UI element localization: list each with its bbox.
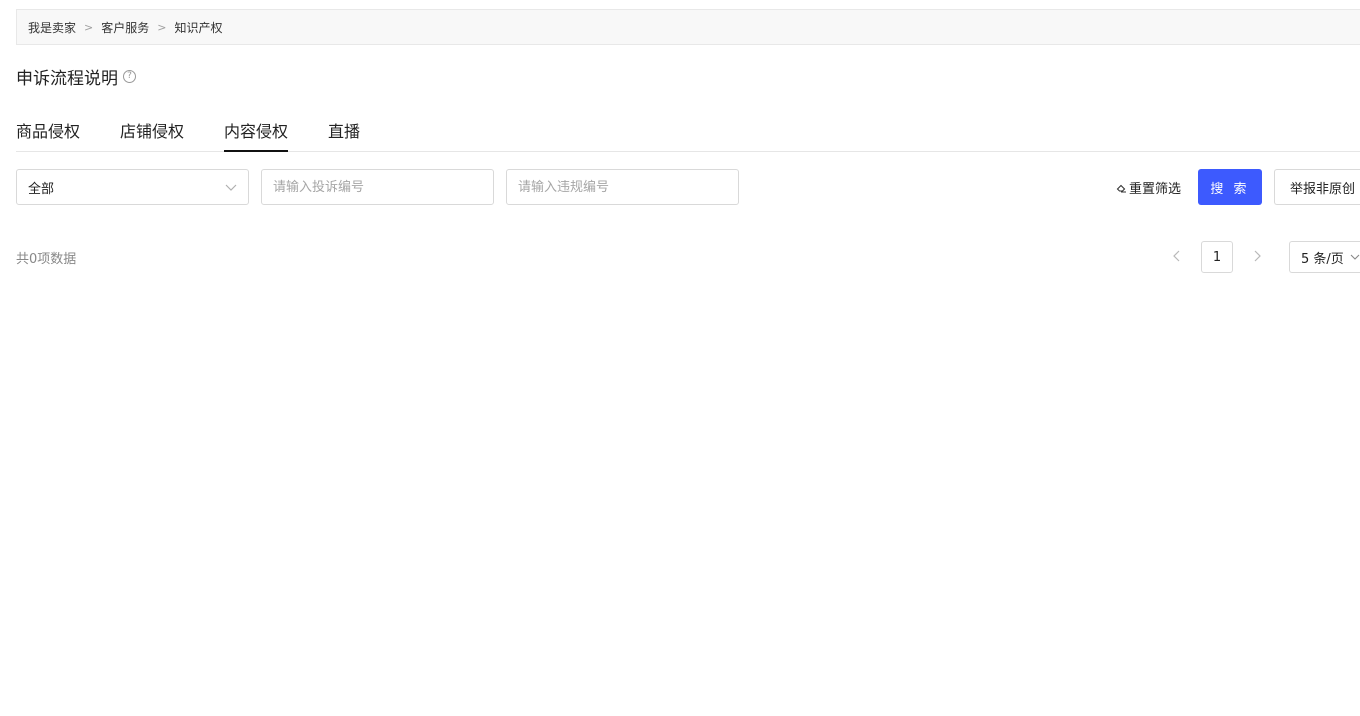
breadcrumb-item-seller[interactable]: 我是卖家 [28,19,76,36]
page-title-text: 申诉流程说明 [16,69,118,89]
pagination-page-1[interactable]: 1 [1201,241,1233,273]
chevron-down-icon [225,184,237,191]
status-select-value: 全部 [28,181,55,197]
search-button[interactable]: 搜 索 [1198,169,1262,205]
tab-content-infringement[interactable]: 内容侵权 [224,118,289,152]
breadcrumb-separator: > [157,20,167,34]
tab-store-infringement[interactable]: 店铺侵权 [120,118,184,152]
status-select[interactable]: 全部 [16,169,249,205]
tab-product-infringement[interactable]: 商品侵权 [16,118,80,152]
chevron-right-icon[interactable] [1250,249,1264,263]
total-count: 共0项数据 [16,252,77,267]
tab-live-stream[interactable]: 直播 [328,118,360,152]
breadcrumb: 我是卖家 > 客户服务 > 知识产权 [16,9,1360,45]
page-title: 申诉流程说明 ? [16,64,136,89]
chevron-left-icon[interactable] [1170,249,1184,263]
eraser-icon [1116,184,1126,193]
complaint-number-input[interactable] [261,169,494,205]
page-size-value: 5 条/页 [1301,251,1344,267]
tab-bar: 商品侵权 店铺侵权 内容侵权 直播 [16,106,1360,152]
breadcrumb-item-customer-service[interactable]: 客户服务 [101,19,149,36]
breadcrumb-separator: > [84,20,94,34]
page: 我是卖家 > 客户服务 > 知识产权 申诉流程说明 ? 商品侵权 店铺侵权 内容… [0,0,1360,716]
reset-filter-button[interactable]: 重置筛选 [1116,178,1181,197]
question-circle-icon[interactable]: ? [123,70,136,83]
chevron-down-icon [1350,254,1360,260]
report-non-original-button[interactable]: 举报非原创 [1274,169,1360,205]
page-size-select[interactable]: 5 条/页 [1289,241,1360,273]
breadcrumb-item-ip: 知识产权 [174,20,223,35]
reset-filter-label: 重置筛选 [1129,182,1182,197]
violation-number-input[interactable] [506,169,739,205]
